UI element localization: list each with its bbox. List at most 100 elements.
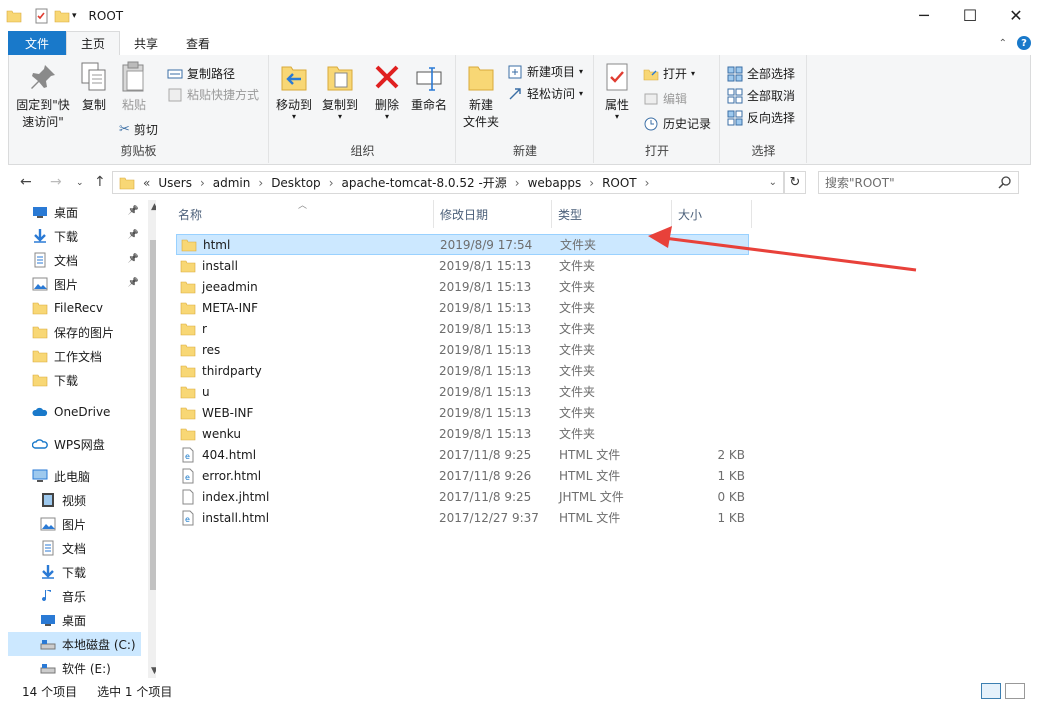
nav-item[interactable]: 保存的图片 — [8, 320, 141, 344]
breadcrumb-users[interactable]: Users — [158, 176, 192, 190]
nav-scrollbar[interactable]: ▲ ▼ — [148, 200, 156, 678]
nav-item[interactable]: 桌面 — [8, 608, 141, 632]
easy-access-button[interactable]: 轻松访问 ▾ — [507, 85, 583, 102]
forward-arrow-icon[interactable]: → — [50, 174, 62, 190]
delete-button[interactable]: 删除 ▾ — [372, 61, 402, 121]
nav-item[interactable]: 音乐 — [8, 584, 141, 608]
recent-dropdown-icon[interactable]: ⌄ — [76, 178, 84, 188]
nav-item[interactable]: 下载 — [8, 368, 141, 392]
scroll-up-icon[interactable]: ▲ — [151, 202, 156, 212]
paste-button[interactable]: 粘贴 — [119, 61, 149, 114]
nav-item[interactable]: 文档 — [8, 536, 141, 560]
file-row[interactable]: res 2019/8/1 15:13 文件夹 — [176, 339, 749, 360]
large-icons-view-button[interactable] — [1005, 683, 1025, 699]
rename-button[interactable]: 重命名 — [408, 61, 450, 114]
column-header-type[interactable]: 类型 — [552, 200, 672, 228]
paste-shortcut-button[interactable]: 粘贴快捷方式 — [167, 86, 259, 103]
nav-item[interactable]: 桌面 📌 — [8, 200, 141, 224]
properties-icon[interactable] — [34, 8, 50, 24]
ribbon-collapse-icon[interactable]: ⌃ — [999, 38, 1007, 49]
nav-item[interactable]: 下载 📌 — [8, 224, 141, 248]
delete-icon — [375, 65, 399, 89]
quick-access-dropdown[interactable]: ▾ — [72, 11, 77, 21]
breadcrumb-tomcat[interactable]: apache-tomcat-8.0.52 -开源 — [342, 174, 507, 191]
edit-button[interactable]: 编辑 — [643, 90, 687, 107]
file-row[interactable]: WEB-INF 2019/8/1 15:13 文件夹 — [176, 402, 749, 423]
nav-item[interactable]: 视频 — [8, 488, 141, 512]
address-dropdown-icon[interactable]: ⌄ — [769, 177, 777, 188]
file-row[interactable]: e install.html 2017/12/27 9:37 HTML 文件 1 KB — [176, 507, 749, 528]
select-all-button[interactable]: 全部选择 — [727, 65, 795, 82]
tab-view[interactable]: 查看 — [172, 31, 224, 55]
file-row[interactable]: e error.html 2017/11/8 9:26 HTML 文件 1 KB — [176, 465, 749, 486]
open-button[interactable]: 打开 ▾ — [643, 65, 695, 82]
minimize-button[interactable]: ─ — [901, 0, 947, 30]
properties-button[interactable]: 属性 ▾ — [599, 61, 635, 121]
refresh-button[interactable]: ↻ — [784, 171, 806, 194]
new-item-button[interactable]: 新建项目 ▾ — [507, 63, 583, 80]
nav-item[interactable]: 文档 📌 — [8, 248, 141, 272]
nav-item-label: 保存的图片 — [54, 325, 115, 340]
breadcrumb-root[interactable]: ROOT — [602, 176, 637, 190]
breadcrumb-admin[interactable]: admin — [213, 176, 251, 190]
new-folder-icon[interactable] — [54, 8, 70, 24]
back-arrow-icon[interactable]: ← — [20, 174, 32, 190]
new-folder-button[interactable]: 新建 文件夹 — [461, 61, 501, 131]
nav-item-this-pc[interactable]: 此电脑 — [8, 464, 141, 488]
file-row[interactable]: html 2019/8/9 17:54 文件夹 — [176, 234, 749, 255]
file-date: 2017/11/8 9:26 — [439, 468, 532, 483]
search-input[interactable]: 搜索"ROOT" — [818, 171, 1019, 194]
chevron-right-icon[interactable]: › — [329, 176, 334, 190]
nav-item[interactable]: 图片 — [8, 512, 141, 536]
file-row[interactable]: e 404.html 2017/11/8 9:25 HTML 文件 2 KB — [176, 444, 749, 465]
scroll-thumb[interactable] — [150, 240, 156, 590]
select-none-button[interactable]: 全部取消 — [727, 87, 795, 104]
close-button[interactable]: ✕ — [993, 0, 1039, 30]
nav-item[interactable]: 下载 — [8, 560, 141, 584]
move-to-button[interactable]: 移动到 ▾ — [274, 61, 314, 121]
nav-item-wps[interactable]: WPS网盘 — [8, 432, 141, 456]
help-icon[interactable]: ? — [1017, 36, 1031, 50]
nav-item[interactable]: 图片 📌 — [8, 272, 141, 296]
tab-file[interactable]: 文件 — [8, 31, 66, 55]
nav-item[interactable]: 软件 (E:) — [8, 656, 141, 678]
file-row[interactable]: r 2019/8/1 15:13 文件夹 — [176, 318, 749, 339]
tab-share[interactable]: 共享 — [120, 31, 172, 55]
nav-item[interactable]: 本地磁盘 (C:) — [8, 632, 141, 656]
history-button[interactable]: 历史记录 — [643, 115, 711, 132]
nav-item-onedrive[interactable]: OneDrive — [8, 400, 141, 424]
address-bar[interactable]: « Users › admin › Desktop › apache-tomca… — [112, 171, 784, 194]
file-row[interactable]: thirdparty 2019/8/1 15:13 文件夹 — [176, 360, 749, 381]
chevron-right-icon[interactable]: › — [645, 176, 650, 190]
pin-quick-access-button[interactable]: 固定到"快速访问" — [15, 61, 71, 131]
cut-button[interactable]: ✂ 剪切 — [119, 121, 158, 138]
file-row[interactable]: wenku 2019/8/1 15:13 文件夹 — [176, 423, 749, 444]
tab-home[interactable]: 主页 — [66, 31, 121, 55]
breadcrumb-desktop[interactable]: Desktop — [271, 176, 321, 190]
file-row[interactable]: jeeadmin 2019/8/1 15:13 文件夹 — [176, 276, 749, 297]
chevron-right-icon[interactable]: › — [258, 176, 263, 190]
copy-button[interactable]: 复制 — [77, 61, 111, 114]
nav-item[interactable]: FileRecv — [8, 296, 141, 320]
breadcrumb-overflow[interactable]: « — [143, 176, 150, 190]
breadcrumb-webapps[interactable]: webapps — [528, 176, 582, 190]
copy-to-button[interactable]: 复制到 ▾ — [320, 61, 360, 121]
maximize-button[interactable]: ☐ — [947, 0, 993, 30]
file-row[interactable]: index.jhtml 2017/11/8 9:25 JHTML 文件 0 KB — [176, 486, 749, 507]
column-header-size[interactable]: 大小 — [672, 200, 752, 228]
file-row[interactable]: META-INF 2019/8/1 15:13 文件夹 — [176, 297, 749, 318]
column-header-date[interactable]: 修改日期 — [434, 200, 552, 228]
up-arrow-icon[interactable]: ↑ — [94, 174, 106, 190]
scroll-down-icon[interactable]: ▼ — [151, 666, 156, 676]
file-row[interactable]: install 2019/8/1 15:13 文件夹 — [176, 255, 749, 276]
invert-selection-button[interactable]: 反向选择 — [727, 109, 795, 126]
nav-item[interactable]: 工作文档 — [8, 344, 141, 368]
details-view-button[interactable] — [981, 683, 1001, 699]
file-row[interactable]: u 2019/8/1 15:13 文件夹 — [176, 381, 749, 402]
copy-path-button[interactable]: 复制路径 — [167, 65, 235, 82]
chevron-right-icon[interactable]: › — [589, 176, 594, 190]
chevron-right-icon[interactable]: › — [515, 176, 520, 190]
chevron-right-icon[interactable]: › — [200, 176, 205, 190]
new-folder-label: 新建 文件夹 — [462, 98, 499, 129]
column-header-name[interactable]: 名称 — [172, 200, 434, 228]
